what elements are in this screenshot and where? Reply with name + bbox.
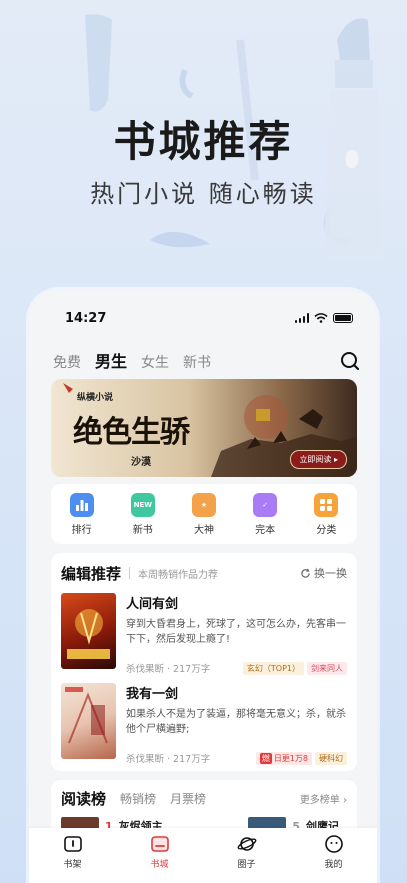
book-tag: 燃日更1万8 bbox=[255, 751, 312, 765]
tab-male[interactable]: 男生 bbox=[95, 348, 127, 372]
new-book-icon: NEW bbox=[130, 492, 155, 517]
editor-picks-section: 编辑推荐 本周畅销作品力荐 换一换 人间有剑 穿到大昏君身上，死球了，这可怎么办… bbox=[51, 553, 357, 771]
section-title: 编辑推荐 bbox=[61, 564, 122, 583]
divider bbox=[129, 567, 131, 579]
shortcut-label: 大神 bbox=[193, 524, 214, 536]
nav-label: 圈子 bbox=[237, 860, 256, 870]
refresh-icon bbox=[301, 568, 310, 578]
bookshelf-icon bbox=[63, 836, 82, 852]
tab-bestseller-rank[interactable]: 畅销榜 bbox=[120, 790, 156, 807]
grid-icon bbox=[314, 492, 339, 517]
refresh-button[interactable]: 换一换 bbox=[300, 565, 347, 581]
nav-bookstore[interactable]: 书城 bbox=[135, 834, 185, 883]
tab-reading-rank[interactable]: 阅读榜 bbox=[61, 788, 106, 809]
signal-icon bbox=[294, 313, 309, 323]
shortcut-new-books[interactable]: NEW 新书 bbox=[118, 492, 168, 536]
tab-female[interactable]: 女生 bbox=[141, 352, 169, 372]
shortcut-ranking[interactable]: 排行 bbox=[57, 492, 107, 536]
planet-icon bbox=[237, 837, 256, 851]
shortcut-masters[interactable]: ★ 大神 bbox=[179, 492, 229, 536]
nav-label: 书城 bbox=[150, 860, 169, 870]
wifi-icon bbox=[314, 313, 328, 323]
book-tag-label: 日更1万8 bbox=[273, 753, 308, 763]
nav-bookshelf[interactable]: 书架 bbox=[48, 834, 98, 883]
shortcut-completed[interactable]: ✓ 完本 bbox=[240, 492, 290, 536]
book-card[interactable]: 人间有剑 穿到大昏君身上，死球了，这可怎么办，先客串一下下，然后发现上瘾了! 杀… bbox=[61, 593, 347, 679]
bottom-nav: 书架 书城 圈子 我的 bbox=[29, 828, 377, 883]
shortcut-label: 排行 bbox=[71, 524, 92, 536]
promo-banner[interactable]: 纵横小说 绝色生骄 沙漠 立即阅读 ▸ bbox=[51, 379, 357, 477]
shortcut-label: 完本 bbox=[255, 524, 276, 536]
book-meta: 杀伐果断 · 217万字 bbox=[126, 664, 211, 675]
star-badge-icon: ★ bbox=[191, 492, 216, 517]
hero-title: 书城推荐 bbox=[113, 117, 294, 166]
more-rankings-link[interactable]: 更多榜单 › bbox=[300, 791, 347, 806]
book-description: 穿到大昏君身上，死球了，这可怎么办，先客串一下下，然后发现上瘾了! bbox=[126, 619, 346, 645]
status-time: 14:27 bbox=[65, 310, 107, 326]
category-shortcuts: 排行 NEW 新书 ★ 大神 ✓ 完本 分类 bbox=[51, 484, 357, 544]
book-title: 人间有剑 bbox=[126, 597, 179, 612]
ranking-icon bbox=[69, 492, 94, 517]
read-now-button[interactable]: 立即阅读 ▸ bbox=[290, 450, 347, 469]
book-cover bbox=[61, 683, 116, 759]
bookstore-icon bbox=[150, 836, 169, 852]
category-tabs: 免费 男生 女生 新书 bbox=[29, 346, 377, 372]
nav-label: 书架 bbox=[63, 860, 82, 870]
shortcut-genres[interactable]: 分类 bbox=[301, 492, 351, 536]
book-card[interactable]: 我有一剑 如果杀人不是为了装逼，那将毫无意义；杀，就杀他个尸横遍野; 杀伐果断 … bbox=[61, 683, 347, 769]
status-bar: 14:27 bbox=[29, 290, 377, 346]
nav-profile[interactable]: 我的 bbox=[309, 834, 359, 883]
banner-title: 绝色生骄 bbox=[73, 415, 190, 450]
nav-community[interactable]: 圈子 bbox=[222, 834, 272, 883]
banner-author: 沙漠 bbox=[131, 457, 151, 468]
search-button[interactable] bbox=[339, 350, 361, 372]
search-icon bbox=[341, 352, 360, 371]
book-cover bbox=[61, 593, 116, 669]
section-subtitle: 本周畅销作品力荐 bbox=[138, 569, 219, 581]
tab-monthly-ticket-rank[interactable]: 月票榜 bbox=[170, 790, 206, 807]
shortcut-label: 分类 bbox=[316, 524, 337, 536]
banner-logo: 纵横小说 bbox=[77, 393, 114, 403]
checklist-icon: ✓ bbox=[253, 492, 278, 517]
hero-subtitle: 热门小说 随心畅读 bbox=[90, 180, 317, 208]
fire-badge-icon: 燃 bbox=[259, 752, 272, 764]
phone-mockup: 14:27 免费 男生 女生 新书 纵横小说 绝色生骄 沙漠 立即阅读 ▸ 排行… bbox=[29, 290, 377, 883]
refresh-label: 换一换 bbox=[314, 567, 347, 580]
book-meta: 杀伐果断 · 217万字 bbox=[126, 754, 211, 765]
tab-new-books[interactable]: 新书 bbox=[183, 352, 211, 372]
book-title: 我有一剑 bbox=[126, 687, 179, 702]
nav-label: 我的 bbox=[324, 860, 343, 870]
book-description: 如果杀人不是为了装逼，那将毫无意义；杀，就杀他个尸横遍野; bbox=[126, 709, 346, 735]
shortcut-label: 新书 bbox=[132, 524, 153, 536]
book-tag: 硬科幻 bbox=[315, 751, 347, 765]
battery-icon bbox=[333, 313, 353, 323]
tab-free[interactable]: 免费 bbox=[53, 352, 81, 372]
profile-icon bbox=[324, 835, 343, 853]
book-tag: 玄幻（TOP1） bbox=[242, 661, 304, 675]
book-tag: 剑来同人 bbox=[307, 661, 347, 675]
